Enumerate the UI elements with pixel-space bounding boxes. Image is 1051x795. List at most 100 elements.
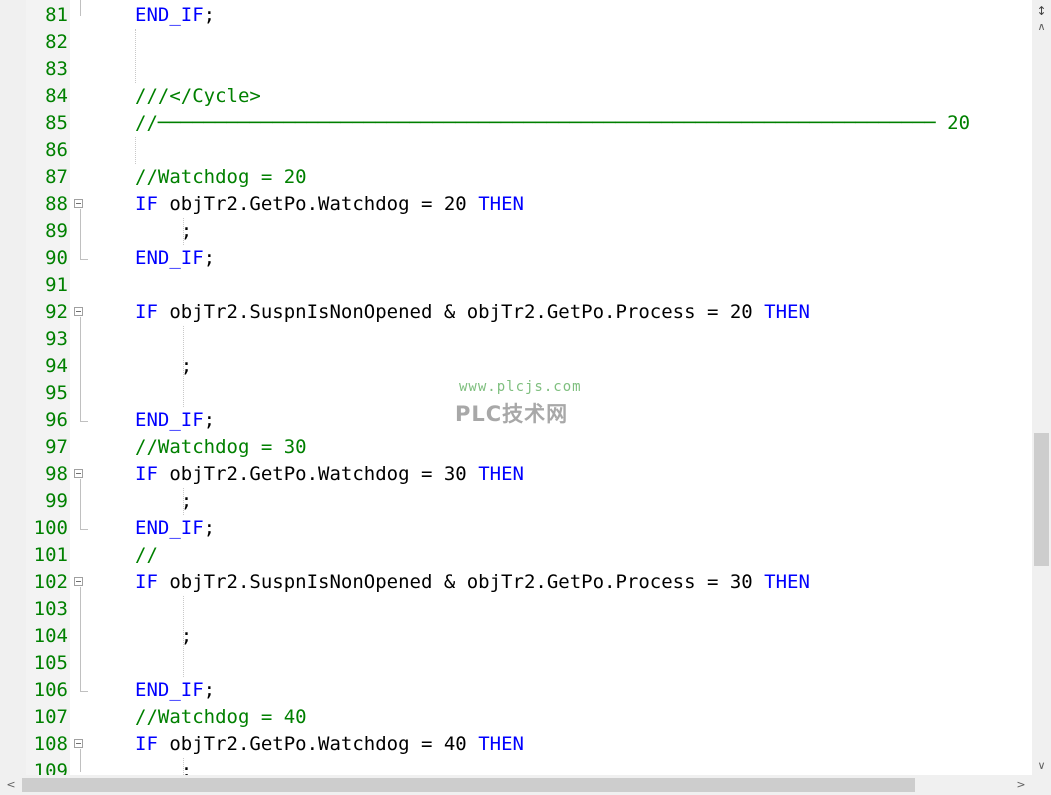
code-line[interactable]: 108 IF objTr2.GetPo.Watchdog = 40 THEN bbox=[0, 731, 1032, 758]
code-line[interactable]: 98 IF objTr2.GetPo.Watchdog = 30 THEN bbox=[0, 461, 1032, 488]
fold-toggle-icon[interactable] bbox=[74, 577, 83, 586]
fold-range-line bbox=[80, 587, 81, 691]
indent-guide bbox=[183, 326, 184, 407]
scroll-left-icon[interactable]: < bbox=[2, 775, 20, 795]
code-text[interactable]: END_IF; bbox=[135, 677, 215, 704]
code-text[interactable]: //Watchdog = 40 bbox=[135, 704, 307, 731]
code-token: objTr2.SuspnIsNonOpened & objTr2.GetPo.P… bbox=[157, 301, 765, 323]
code-line[interactable]: 94 ; bbox=[0, 353, 1032, 380]
vertical-scroll-thumb[interactable] bbox=[1034, 433, 1049, 566]
code-token: objTr2.GetPo.Watchdog = 30 bbox=[157, 463, 479, 485]
code-text[interactable]: IF objTr2.GetPo.Watchdog = 40 THEN bbox=[135, 731, 524, 758]
code-text[interactable]: // bbox=[135, 542, 158, 569]
line-number: 96 bbox=[45, 409, 68, 431]
line-number: 91 bbox=[45, 274, 68, 296]
fold-range-end bbox=[80, 259, 88, 260]
code-text[interactable]: ///</Cycle> bbox=[135, 83, 261, 110]
line-number: 99 bbox=[45, 490, 68, 512]
keyword-token: THEN bbox=[764, 301, 810, 323]
code-text[interactable]: //Watchdog = 20 bbox=[135, 164, 307, 191]
line-number: 89 bbox=[45, 220, 68, 242]
line-number: 107 bbox=[33, 706, 68, 728]
keyword-token: END_IF bbox=[135, 409, 204, 431]
keyword-token: IF bbox=[135, 193, 158, 215]
code-line[interactable]: 84 ///</Cycle> bbox=[0, 83, 1032, 110]
horizontal-scroll-thumb[interactable] bbox=[22, 778, 915, 792]
code-line[interactable]: 106 END_IF; bbox=[0, 677, 1032, 704]
code-line[interactable]: 97 //Watchdog = 30 bbox=[0, 434, 1032, 461]
keyword-token: END_IF bbox=[135, 4, 204, 26]
indent-guide bbox=[135, 137, 136, 164]
code-line[interactable]: 99 ; bbox=[0, 488, 1032, 515]
fold-range-end bbox=[80, 691, 88, 692]
vertical-scrollbar[interactable]: ∧ ∨ bbox=[1032, 0, 1051, 775]
code-line[interactable]: 109 ; bbox=[0, 758, 1032, 775]
code-line[interactable]: 82 bbox=[0, 29, 1032, 56]
line-number: 97 bbox=[45, 436, 68, 458]
line-number: 81 bbox=[45, 4, 68, 26]
code-text[interactable]: //──────────────────────────────────────… bbox=[135, 110, 970, 137]
keyword-token: END_IF bbox=[135, 517, 204, 539]
code-text[interactable]: IF objTr2.SuspnIsNonOpened & objTr2.GetP… bbox=[135, 299, 810, 326]
line-number: 82 bbox=[45, 31, 68, 53]
code-line[interactable]: 88 IF objTr2.GetPo.Watchdog = 20 THEN bbox=[0, 191, 1032, 218]
code-line[interactable]: 103 bbox=[0, 596, 1032, 623]
code-line[interactable]: 105 bbox=[0, 650, 1032, 677]
code-line[interactable]: 93 bbox=[0, 326, 1032, 353]
code-line[interactable]: 104 ; bbox=[0, 623, 1032, 650]
indent-guide bbox=[183, 218, 184, 245]
split-view-icon[interactable]: ↕ bbox=[1032, 0, 1051, 24]
code-token: objTr2.GetPo.Watchdog = 20 bbox=[157, 193, 479, 215]
scroll-right-icon[interactable]: > bbox=[1012, 775, 1030, 795]
code-text[interactable]: IF objTr2.SuspnIsNonOpened & objTr2.GetP… bbox=[135, 569, 810, 596]
code-text[interactable]: IF objTr2.GetPo.Watchdog = 20 THEN bbox=[135, 191, 524, 218]
fold-range-line bbox=[80, 0, 81, 16]
code-line[interactable]: 83 bbox=[0, 56, 1032, 83]
line-number: 98 bbox=[45, 463, 68, 485]
comment-token: //──────────────────────────────────────… bbox=[135, 112, 971, 134]
line-number: 109 bbox=[33, 760, 68, 775]
fold-toggle-icon[interactable] bbox=[74, 469, 83, 478]
line-number: 104 bbox=[33, 625, 68, 647]
code-token: ; bbox=[203, 517, 216, 539]
fold-toggle-icon[interactable] bbox=[74, 307, 83, 316]
keyword-token: IF bbox=[135, 301, 158, 323]
code-editor[interactable]: 81 END_IF; 82 83 84 ///</Cycle> 85 //──────────… bbox=[0, 0, 1032, 775]
indent-guide bbox=[183, 596, 184, 677]
code-text[interactable]: END_IF; bbox=[135, 245, 215, 272]
comment-token: //Watchdog = 20 bbox=[135, 166, 307, 188]
code-line[interactable]: 87 //Watchdog = 20 bbox=[0, 164, 1032, 191]
line-number: 84 bbox=[45, 85, 68, 107]
line-number: 87 bbox=[45, 166, 68, 188]
code-line[interactable]: 101 // bbox=[0, 542, 1032, 569]
line-number: 86 bbox=[45, 139, 68, 161]
watermark-brand: PLC技术网 bbox=[455, 402, 569, 426]
code-line[interactable]: 86 bbox=[0, 137, 1032, 164]
code-token: ; bbox=[203, 679, 216, 701]
scroll-down-icon[interactable]: ∨ bbox=[1032, 757, 1051, 775]
code-text[interactable]: //Watchdog = 30 bbox=[135, 434, 307, 461]
code-line[interactable]: 81 END_IF; bbox=[0, 2, 1032, 29]
fold-range-line bbox=[80, 479, 81, 529]
code-token: ; bbox=[203, 4, 216, 26]
code-line[interactable]: 107 //Watchdog = 40 bbox=[0, 704, 1032, 731]
code-text[interactable]: END_IF; bbox=[135, 2, 215, 29]
code-line[interactable]: 90 END_IF; bbox=[0, 245, 1032, 272]
code-text[interactable]: END_IF; bbox=[135, 407, 215, 434]
code-line[interactable]: 102 IF objTr2.SuspnIsNonOpened & objTr2.G… bbox=[0, 569, 1032, 596]
fold-toggle-icon[interactable] bbox=[74, 199, 83, 208]
keyword-token: IF bbox=[135, 571, 158, 593]
code-text[interactable]: END_IF; bbox=[135, 515, 215, 542]
code-token: ; bbox=[203, 247, 216, 269]
keyword-token: END_IF bbox=[135, 247, 204, 269]
line-number: 105 bbox=[33, 652, 68, 674]
code-text[interactable]: IF objTr2.GetPo.Watchdog = 30 THEN bbox=[135, 461, 524, 488]
fold-toggle-icon[interactable] bbox=[74, 739, 83, 748]
code-line[interactable]: 85 //────────────────────────────────────… bbox=[0, 110, 1032, 137]
code-line[interactable]: 91 bbox=[0, 272, 1032, 299]
horizontal-scrollbar[interactable]: < > bbox=[0, 775, 1032, 795]
code-line[interactable]: 92 IF objTr2.SuspnIsNonOpened & objTr2.Ge… bbox=[0, 299, 1032, 326]
line-number: 83 bbox=[45, 58, 68, 80]
code-line[interactable]: 89 ; bbox=[0, 218, 1032, 245]
code-line[interactable]: 100 END_IF; bbox=[0, 515, 1032, 542]
